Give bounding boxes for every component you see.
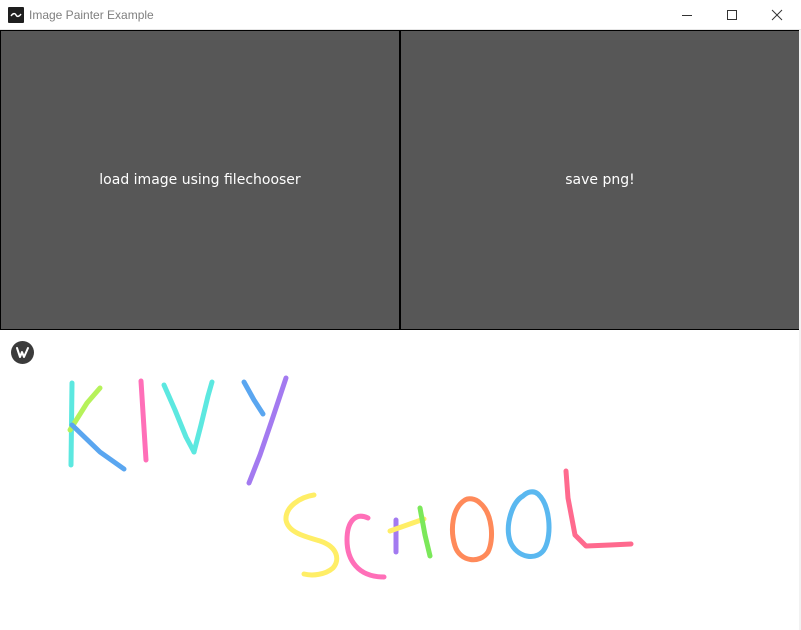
stroke-c [344, 513, 387, 580]
minimize-button[interactable] [664, 0, 709, 29]
maximize-button[interactable] [709, 0, 754, 29]
button-row: load image using filechooser save png! [0, 30, 801, 330]
stroke-h-right [417, 505, 433, 559]
stroke-o-orange [450, 496, 495, 563]
stroke-v-left [161, 382, 197, 455]
save-png-button[interactable]: save png! [401, 31, 799, 329]
stroke-y-long [246, 375, 289, 486]
load-image-button[interactable]: load image using filechooser [1, 31, 399, 329]
stroke-k-lower [69, 422, 127, 472]
close-icon [771, 9, 782, 20]
window-title: Image Painter Example [29, 8, 154, 22]
app-window: Image Painter Example load image using f… [0, 0, 801, 630]
stroke-i [138, 378, 149, 463]
stroke-s [283, 492, 340, 578]
title-bar[interactable]: Image Painter Example [0, 0, 801, 30]
painted-strokes [67, 375, 634, 580]
stroke-l [563, 468, 634, 549]
stroke-y-upper [241, 379, 266, 417]
kivy-app-icon [8, 7, 24, 23]
close-button[interactable] [754, 0, 799, 29]
maximize-icon [726, 9, 737, 20]
minimize-icon [681, 14, 692, 16]
stroke-v-right [191, 379, 215, 455]
stroke-o-blue [505, 489, 552, 559]
stroke-k-upper [67, 385, 103, 433]
